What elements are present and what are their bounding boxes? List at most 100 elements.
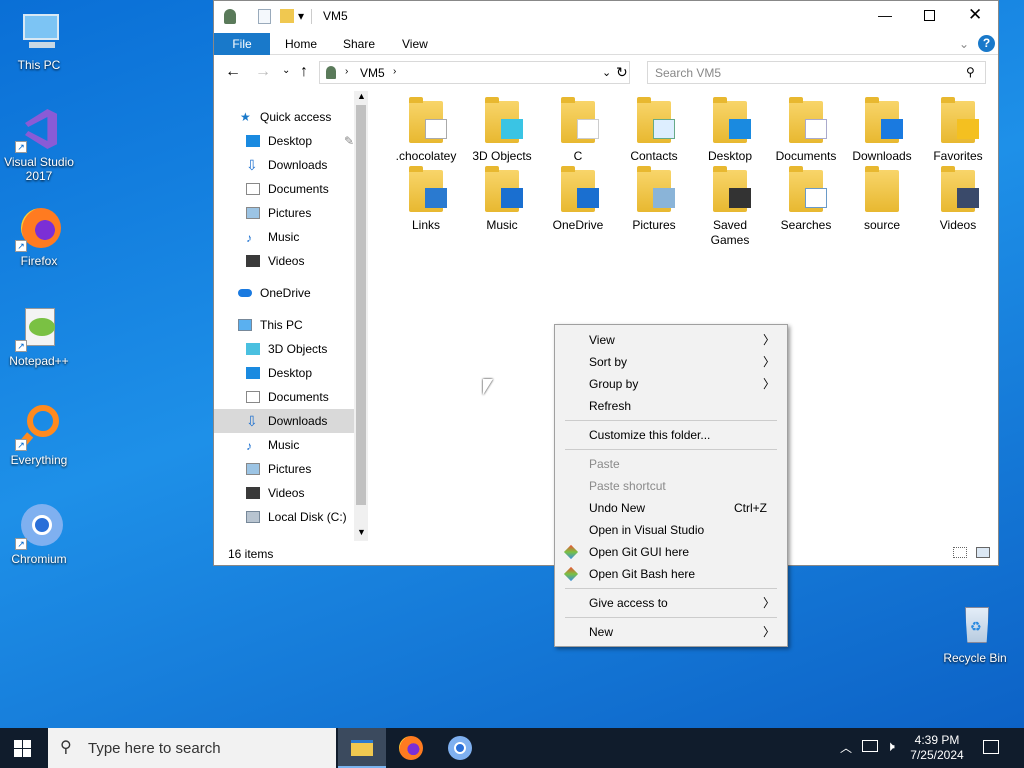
refresh-icon[interactable]: ↻ <box>616 64 628 81</box>
file-item[interactable]: Music <box>464 166 540 233</box>
maximize-button[interactable] <box>924 10 935 21</box>
tab-share[interactable]: Share <box>329 33 389 55</box>
nav-downloads[interactable]: ⇩ Downloads <box>214 153 354 177</box>
nav-pictures[interactable]: Pictures <box>214 201 354 225</box>
desktop-icon-everything[interactable]: ↗ Everything <box>1 403 77 467</box>
file-item[interactable]: Searches <box>768 166 844 233</box>
file-item[interactable]: Videos <box>920 166 996 233</box>
menu-view[interactable]: View 〉 <box>555 329 787 351</box>
nav-local-disk[interactable]: Local Disk (C:) <box>214 505 354 529</box>
file-item-label: Links <box>411 218 440 232</box>
close-button[interactable]: ✕ <box>968 5 982 25</box>
folder-icon <box>941 166 979 212</box>
visual-studio-icon: ↗ <box>15 105 63 153</box>
folder-icon <box>637 97 675 143</box>
address-bar[interactable]: › VM5 › ⌄ ↻ <box>319 61 630 84</box>
folder-icon <box>865 166 899 212</box>
nav-pc-documents[interactable]: Documents <box>214 385 354 409</box>
file-item[interactable]: Favorites <box>920 97 996 164</box>
desktop-icon-label: Recycle Bin <box>943 651 1007 665</box>
desktop-icon-recycle-bin[interactable]: ♻ Recycle Bin <box>937 601 1013 665</box>
desktop-icon-this-pc[interactable]: This PC <box>1 8 77 72</box>
tab-file[interactable]: File <box>214 33 270 55</box>
menu-open-visual-studio[interactable]: Open in Visual Studio <box>555 519 787 541</box>
file-item-label: Contacts <box>630 149 678 163</box>
nav-3d-objects[interactable]: 3D Objects <box>214 337 354 361</box>
desktop-icon-firefox[interactable]: ↗ Firefox <box>1 204 77 268</box>
nav-pc-downloads-selected[interactable]: ⇩ Downloads <box>214 409 354 433</box>
file-item[interactable]: 3D Objects <box>464 97 540 164</box>
file-item[interactable]: OneDrive <box>540 166 616 233</box>
back-button[interactable]: ← <box>225 63 241 81</box>
nav-desktop[interactable]: Desktop ✎ <box>214 129 354 153</box>
tab-view[interactable]: View <box>388 33 442 55</box>
file-item-label: Favorites <box>933 149 983 163</box>
nav-pc-videos[interactable]: Videos <box>214 481 354 505</box>
system-clock[interactable]: 4:39 PM 7/25/2024 <box>900 733 974 763</box>
recent-locations-icon[interactable]: ⌄ <box>282 65 290 76</box>
file-item[interactable]: Links <box>388 166 464 233</box>
forward-button[interactable]: → <box>255 63 271 81</box>
details-view-icon[interactable] <box>953 547 967 558</box>
desktop-icon-chromium[interactable]: ↗ Chromium <box>1 502 77 566</box>
search-box[interactable]: Search VM5 ⚲ <box>647 61 986 84</box>
file-item[interactable]: Documents <box>768 97 844 164</box>
menu-open-git-gui[interactable]: Open Git GUI here <box>555 541 787 563</box>
nav-scrollbar-thumb[interactable] <box>356 105 366 505</box>
file-item[interactable]: source <box>844 166 920 233</box>
menu-refresh[interactable]: Refresh <box>555 395 787 417</box>
large-icons-view-icon[interactable] <box>976 547 990 558</box>
taskbar-firefox-icon[interactable] <box>399 736 423 760</box>
menu-open-git-bash[interactable]: Open Git Bash here <box>555 563 787 585</box>
qat-dropdown-icon[interactable]: ▾ <box>298 9 304 23</box>
show-hidden-icons[interactable]: ︿ <box>840 739 852 756</box>
file-item[interactable]: Downloads <box>844 97 920 164</box>
volume-muted-icon[interactable]: 🕨 <box>886 738 895 755</box>
up-button[interactable]: ↑ <box>300 63 308 81</box>
network-icon[interactable] <box>862 740 878 752</box>
file-item[interactable]: Saved Games <box>692 166 768 248</box>
nav-quick-access[interactable]: ★ Quick access <box>214 105 354 129</box>
nav-documents[interactable]: Documents <box>214 177 354 201</box>
menu-new[interactable]: New 〉 <box>555 621 787 643</box>
notepadpp-icon: ↗ <box>15 304 63 352</box>
address-dropdown-icon[interactable]: ⌄ <box>602 66 611 79</box>
minimize-button[interactable]: — <box>878 7 892 23</box>
new-folder-icon[interactable] <box>280 9 294 23</box>
menu-customize-folder[interactable]: Customize this folder... <box>555 424 787 446</box>
menu-undo-new[interactable]: Undo New Ctrl+Z <box>555 497 787 519</box>
file-item[interactable]: Desktop <box>692 97 768 164</box>
menu-group-by[interactable]: Group by 〉 <box>555 373 787 395</box>
menu-sort-by[interactable]: Sort by 〉 <box>555 351 787 373</box>
nav-pc-pictures[interactable]: Pictures <box>214 457 354 481</box>
file-item[interactable]: C <box>540 97 616 164</box>
taskbar-chromium-icon[interactable] <box>448 736 472 760</box>
file-item[interactable]: Contacts <box>616 97 692 164</box>
nav-pc-desktop[interactable]: Desktop <box>214 361 354 385</box>
search-icon[interactable]: ⚲ <box>966 65 975 79</box>
properties-icon[interactable] <box>258 9 271 24</box>
taskbar-search-box[interactable]: ⚲ Type here to search <box>48 728 336 768</box>
desktop-icon-visual-studio[interactable]: ↗ Visual Studio 2017 <box>1 105 77 183</box>
nav-music[interactable]: ♪ Music <box>214 225 354 249</box>
windows-start-icon[interactable] <box>14 740 32 757</box>
git-icon <box>563 566 579 582</box>
nav-pc-music[interactable]: ♪ Music <box>214 433 354 457</box>
tab-home[interactable]: Home <box>271 33 331 55</box>
file-item-label: source <box>863 218 901 232</box>
help-icon[interactable]: ? <box>978 35 995 52</box>
file-item-label: Saved Games <box>710 218 750 247</box>
ribbon-expand-icon[interactable]: ⌄ <box>959 37 969 51</box>
nav-scrollbar[interactable]: ▲ ▼ <box>354 91 368 541</box>
file-item[interactable]: Pictures <box>616 166 692 233</box>
menu-give-access[interactable]: Give access to 〉 <box>555 592 787 614</box>
notifications-icon[interactable] <box>983 740 999 754</box>
desktop-icon-label: Visual Studio 2017 <box>4 155 74 183</box>
taskbar-file-explorer[interactable] <box>338 728 386 768</box>
nav-this-pc[interactable]: This PC <box>214 313 354 337</box>
nav-videos[interactable]: Videos <box>214 249 354 273</box>
nav-onedrive[interactable]: OneDrive <box>214 281 311 305</box>
desktop-icon-notepadpp[interactable]: ↗ Notepad++ <box>1 304 77 368</box>
file-item[interactable]: .chocolatey <box>388 97 464 164</box>
folder-icon <box>485 97 523 143</box>
